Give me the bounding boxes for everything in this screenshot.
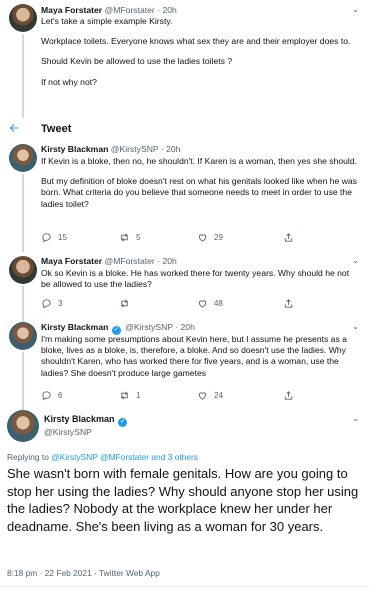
tweet-header: Maya Forstater @MForstater · 20h bbox=[41, 256, 177, 266]
reply-icon bbox=[42, 233, 51, 243]
more-options-icon[interactable]: ⌄ bbox=[352, 322, 359, 331]
tweet-body: If Kevin is a bloke, then no, he shouldn… bbox=[41, 156, 359, 219]
main-tweet-text: She wasn't born with female genitals. Ho… bbox=[7, 466, 359, 534]
author-name[interactable]: Kirsty Blackman bbox=[41, 322, 108, 332]
share-icon bbox=[284, 391, 293, 400]
tweet-paragraph: If Kevin is a bloke, then no, he shouldn… bbox=[41, 156, 357, 166]
tweet-paragraph: Let's take a simple example Kirsty. bbox=[41, 16, 173, 26]
tweet-timestamp[interactable]: 8:18 pm · 22 Feb 2021 · Twitter Web App bbox=[7, 568, 160, 578]
reply-count: 15 bbox=[58, 233, 67, 242]
reply-button[interactable]: 15 bbox=[41, 232, 67, 243]
author-handle[interactable]: @KirstySNP bbox=[111, 144, 159, 154]
author-name[interactable]: Maya Forstater bbox=[41, 256, 102, 266]
page-title: Tweet bbox=[41, 123, 72, 135]
avatar[interactable] bbox=[9, 322, 37, 350]
replying-others-link[interactable]: and 3 others bbox=[151, 452, 198, 462]
share-button[interactable] bbox=[283, 232, 294, 243]
more-options-icon[interactable]: ⌄ bbox=[352, 256, 359, 265]
author-name[interactable]: Kirsty Blackman ✓ bbox=[44, 414, 129, 427]
replying-users-link[interactable]: @KirstySNP @MForstater bbox=[51, 452, 149, 462]
share-button[interactable] bbox=[283, 390, 294, 401]
like-button[interactable]: 29 bbox=[197, 232, 223, 243]
tweet-time[interactable]: 20h bbox=[166, 144, 180, 154]
tweet-paragraph: If not why not? bbox=[41, 76, 97, 87]
tweet-header: Maya Forstater @MForstater · 20h bbox=[41, 5, 177, 15]
author-handle[interactable]: @MForstater bbox=[105, 256, 155, 266]
retweet-count: 5 bbox=[136, 233, 141, 242]
reply-count: 6 bbox=[58, 391, 63, 400]
author-name[interactable]: Maya Forstater bbox=[41, 5, 102, 15]
tweet-header: Kirsty Blackman @KirstySNP · 20h bbox=[41, 144, 181, 154]
retweet-icon bbox=[121, 391, 128, 400]
like-count: 29 bbox=[214, 233, 223, 242]
tweet-paragraph: Ok so Kevin is a bloke. He has worked th… bbox=[41, 268, 350, 290]
like-count: 48 bbox=[214, 299, 223, 308]
reply-icon bbox=[42, 391, 51, 401]
heart-icon bbox=[198, 392, 207, 400]
retweet-button[interactable] bbox=[119, 298, 136, 309]
tweet-body: Let's take a simple example Kirsty. Work… bbox=[41, 16, 359, 97]
tweet-actions: 6 1 24 bbox=[41, 390, 303, 402]
thread-line bbox=[22, 174, 24, 252]
retweet-icon bbox=[121, 299, 128, 308]
replying-to: Replying to @KirstySNP @MForstater and 3… bbox=[7, 452, 198, 462]
author-handle[interactable]: @KirstySNP bbox=[125, 322, 173, 332]
tweet-time[interactable]: 20h bbox=[181, 322, 195, 332]
author-handle[interactable]: @KirstySNP bbox=[44, 427, 92, 437]
more-options-icon[interactable]: ⌄ bbox=[352, 5, 359, 14]
reply-button[interactable]: 3 bbox=[41, 298, 62, 309]
avatar[interactable] bbox=[9, 144, 37, 172]
thread-line bbox=[22, 286, 24, 322]
like-button[interactable]: 48 bbox=[197, 298, 223, 309]
tweet-body: I'm making some presumptions about Kevin… bbox=[41, 334, 359, 388]
tweet-paragraph: Workplace toilets. Everyone knows what s… bbox=[41, 36, 351, 47]
retweet-icon bbox=[121, 233, 128, 242]
share-icon bbox=[284, 299, 293, 308]
share-button[interactable] bbox=[283, 298, 294, 309]
heart-icon bbox=[198, 234, 207, 242]
verified-badge-icon: ✓ bbox=[118, 418, 128, 427]
reply-count: 3 bbox=[58, 299, 63, 308]
heart-icon bbox=[198, 300, 207, 308]
replying-prefix: Replying to bbox=[7, 452, 49, 462]
tweet-time[interactable]: 20h bbox=[162, 256, 176, 266]
more-options-icon[interactable]: ⌄ bbox=[352, 414, 359, 423]
arrow-left-icon[interactable] bbox=[8, 122, 20, 137]
author-name[interactable]: Kirsty Blackman bbox=[41, 144, 108, 154]
tweet-paragraph: Should Kevin be allowed to use the ladie… bbox=[41, 56, 233, 67]
retweet-button[interactable]: 1 bbox=[119, 390, 140, 401]
avatar[interactable] bbox=[7, 410, 39, 442]
share-icon bbox=[284, 233, 293, 242]
retweet-count: 1 bbox=[136, 391, 141, 400]
tweet-time[interactable]: 20h bbox=[162, 5, 176, 15]
thread-line bbox=[22, 352, 24, 416]
reply-button[interactable]: 6 bbox=[41, 390, 62, 401]
tweet-page-header: Tweet bbox=[0, 120, 369, 140]
like-count: 24 bbox=[214, 391, 223, 400]
tweet-paragraph: But my definition of bloke doesn't rest … bbox=[41, 176, 357, 209]
tweet-actions: 3 48 bbox=[41, 298, 303, 310]
tweet-paragraph: I'm making some presumptions about Kevin… bbox=[41, 334, 347, 378]
reply-icon bbox=[42, 299, 51, 309]
retweet-button[interactable]: 5 bbox=[119, 232, 140, 243]
tweet-body: Ok so Kevin is a bloke. He has worked th… bbox=[41, 268, 359, 299]
avatar[interactable] bbox=[9, 4, 37, 32]
avatar[interactable] bbox=[9, 256, 37, 284]
divider bbox=[0, 586, 369, 587]
author-name-text[interactable]: Kirsty Blackman bbox=[44, 414, 115, 424]
tweet-actions: 15 5 29 bbox=[41, 232, 303, 244]
author-handle[interactable]: @MForstater bbox=[105, 5, 155, 15]
thread-line bbox=[22, 34, 24, 118]
like-button[interactable]: 24 bbox=[197, 390, 223, 401]
